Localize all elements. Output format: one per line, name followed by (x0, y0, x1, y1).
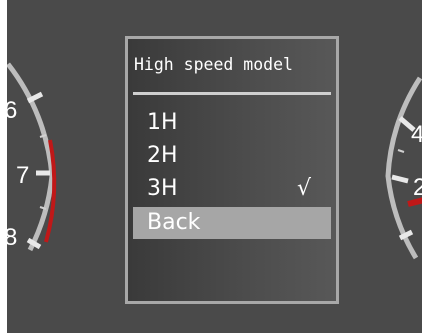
menu-item-3h[interactable]: 3H √ (133, 173, 331, 205)
check-mark-icon: √ (296, 176, 311, 201)
menu-item-back[interactable]: Back (133, 207, 331, 239)
menu-title: High speed model (134, 55, 293, 74)
title-divider (133, 92, 331, 95)
dashboard-display: 6 7 8 4 2 High speed model 1H 2H 3H √ Ba… (7, 0, 422, 333)
menu-item-label: 1H (147, 110, 178, 135)
right-gauge-tick (391, 174, 409, 184)
high-speed-mode-menu: High speed model 1H 2H 3H √ Back (125, 36, 339, 304)
menu-item-2h[interactable]: 2H (133, 140, 331, 172)
right-gauge-label: 2 (413, 174, 422, 201)
menu-item-1h[interactable]: 1H (133, 107, 331, 139)
menu-item-label: 2H (147, 143, 178, 168)
right-gauge-minor-tick (397, 149, 405, 153)
menu-item-label: 3H (147, 176, 178, 201)
right-gauge-arc (385, 76, 422, 260)
right-gauge-label: 4 (411, 121, 422, 148)
menu-item-label: Back (147, 210, 201, 235)
